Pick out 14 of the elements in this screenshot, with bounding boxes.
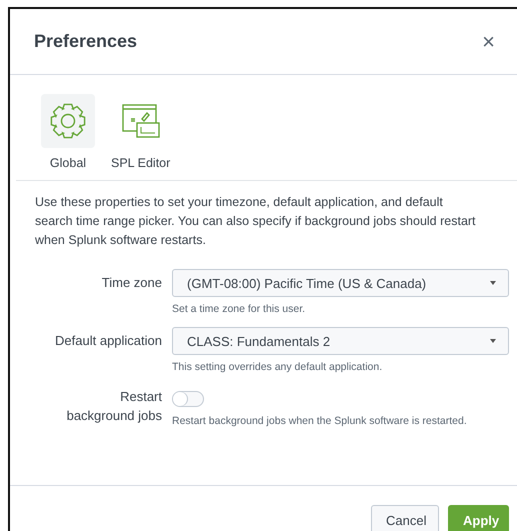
field-label: Restart background jobs	[66, 388, 162, 425]
description-text: Use these properties to set your timezone, default application, and default search time range picker. You can also specify if background jobs should restart when Splunk software restarts.	[34, 194, 477, 249]
field-label: Time zone	[100, 274, 162, 292]
dropdown[interactable]: (GMT-08:00) Pacific Time (US & Canada)	[172, 269, 509, 297]
help-text: Restart background jobs when the Splunk software is restarted.	[172, 415, 468, 427]
field-label: Default application	[54, 332, 162, 350]
dropdown[interactable]: CLASS: Fundamentals 2	[172, 327, 509, 355]
tab-label[interactable]: SPL Editor	[111, 156, 170, 170]
close-button[interactable]: ×	[478, 28, 499, 54]
help-text: This setting overrides any default application.	[172, 361, 384, 373]
cancel-button[interactable]: Cancel	[371, 505, 439, 531]
dialog-title: Preferences	[34, 31, 138, 52]
help-text: Set a time zone for this user.	[172, 303, 306, 315]
tab-label[interactable]: Global	[50, 156, 86, 170]
